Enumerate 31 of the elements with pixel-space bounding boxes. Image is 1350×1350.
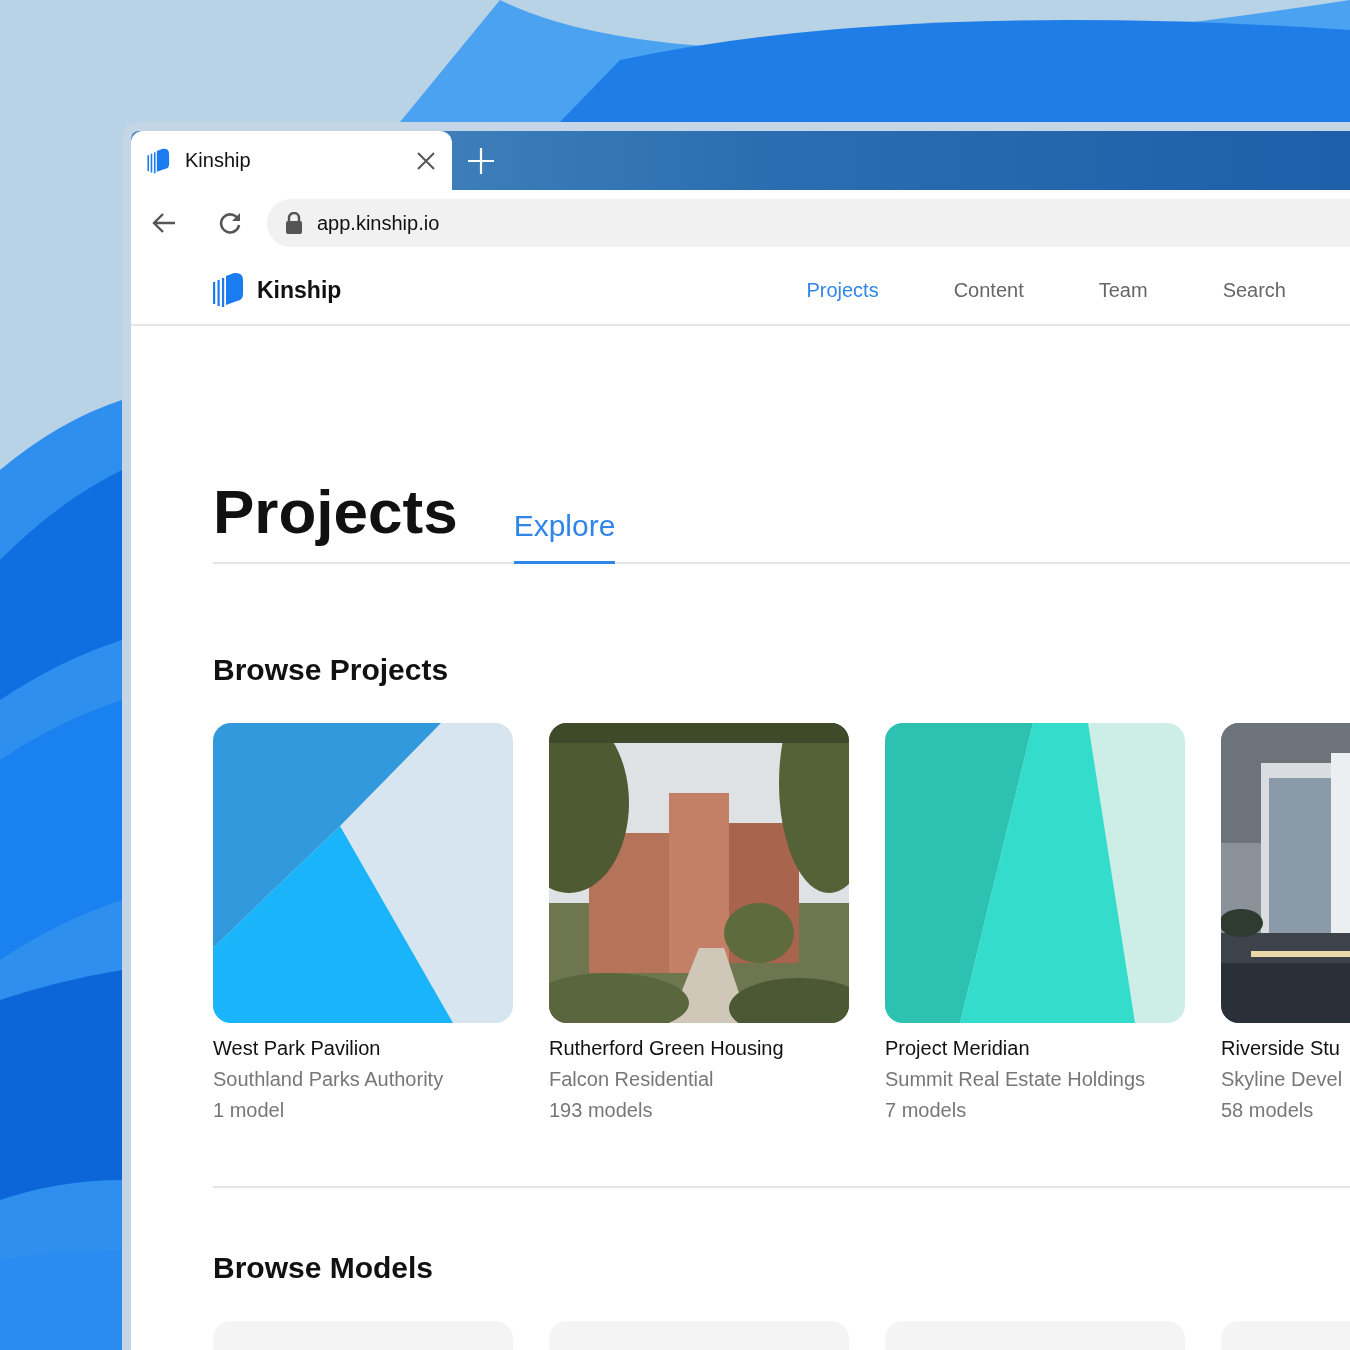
page-tab[interactable]: Explore bbox=[513, 508, 616, 564]
url-text: app.kinship.io bbox=[317, 211, 440, 235]
project-name[interactable]: West Park Pavilion bbox=[213, 1033, 381, 1064]
logo-icon bbox=[147, 147, 171, 174]
project-owner: Falcon Residential bbox=[549, 1067, 714, 1092]
project-owner: Summit Real Estate Holdings bbox=[885, 1067, 1146, 1092]
nav-link[interactable]: Projects bbox=[806, 278, 879, 302]
project-name[interactable]: Project Meridian bbox=[885, 1033, 1030, 1064]
model-count: 193 models bbox=[549, 1098, 653, 1123]
project-owner: Southland Parks Authority bbox=[213, 1067, 444, 1092]
lock-icon bbox=[285, 212, 303, 234]
project-name[interactable]: Rutherford Green Housing bbox=[549, 1033, 784, 1064]
tab-title: Kinship bbox=[185, 149, 252, 172]
project-name[interactable]: Riverside Stu bbox=[1221, 1033, 1340, 1064]
logo-icon bbox=[213, 272, 245, 308]
model-count: 1 model bbox=[213, 1098, 285, 1123]
model-count: 7 models bbox=[885, 1098, 967, 1123]
section-heading: Browse Projects bbox=[213, 652, 450, 688]
model-count: 58 models bbox=[1221, 1098, 1314, 1123]
brand-name: Kinship bbox=[257, 276, 342, 304]
page-title: Projects bbox=[213, 476, 458, 548]
reload-icon[interactable] bbox=[217, 210, 243, 236]
browser-tab[interactable]: Kinship bbox=[131, 131, 452, 190]
project-owner: Skyline Devel bbox=[1221, 1067, 1343, 1092]
new-tab-icon[interactable] bbox=[467, 147, 495, 175]
nav-link[interactable]: Search bbox=[1222, 278, 1286, 302]
close-icon[interactable] bbox=[416, 150, 436, 171]
address-bar[interactable]: app.kinship.io bbox=[267, 199, 1350, 247]
nav-link[interactable]: Team bbox=[1098, 278, 1148, 302]
nav-link[interactable]: Content bbox=[953, 278, 1024, 302]
section-heading: Browse Models bbox=[213, 1250, 435, 1286]
